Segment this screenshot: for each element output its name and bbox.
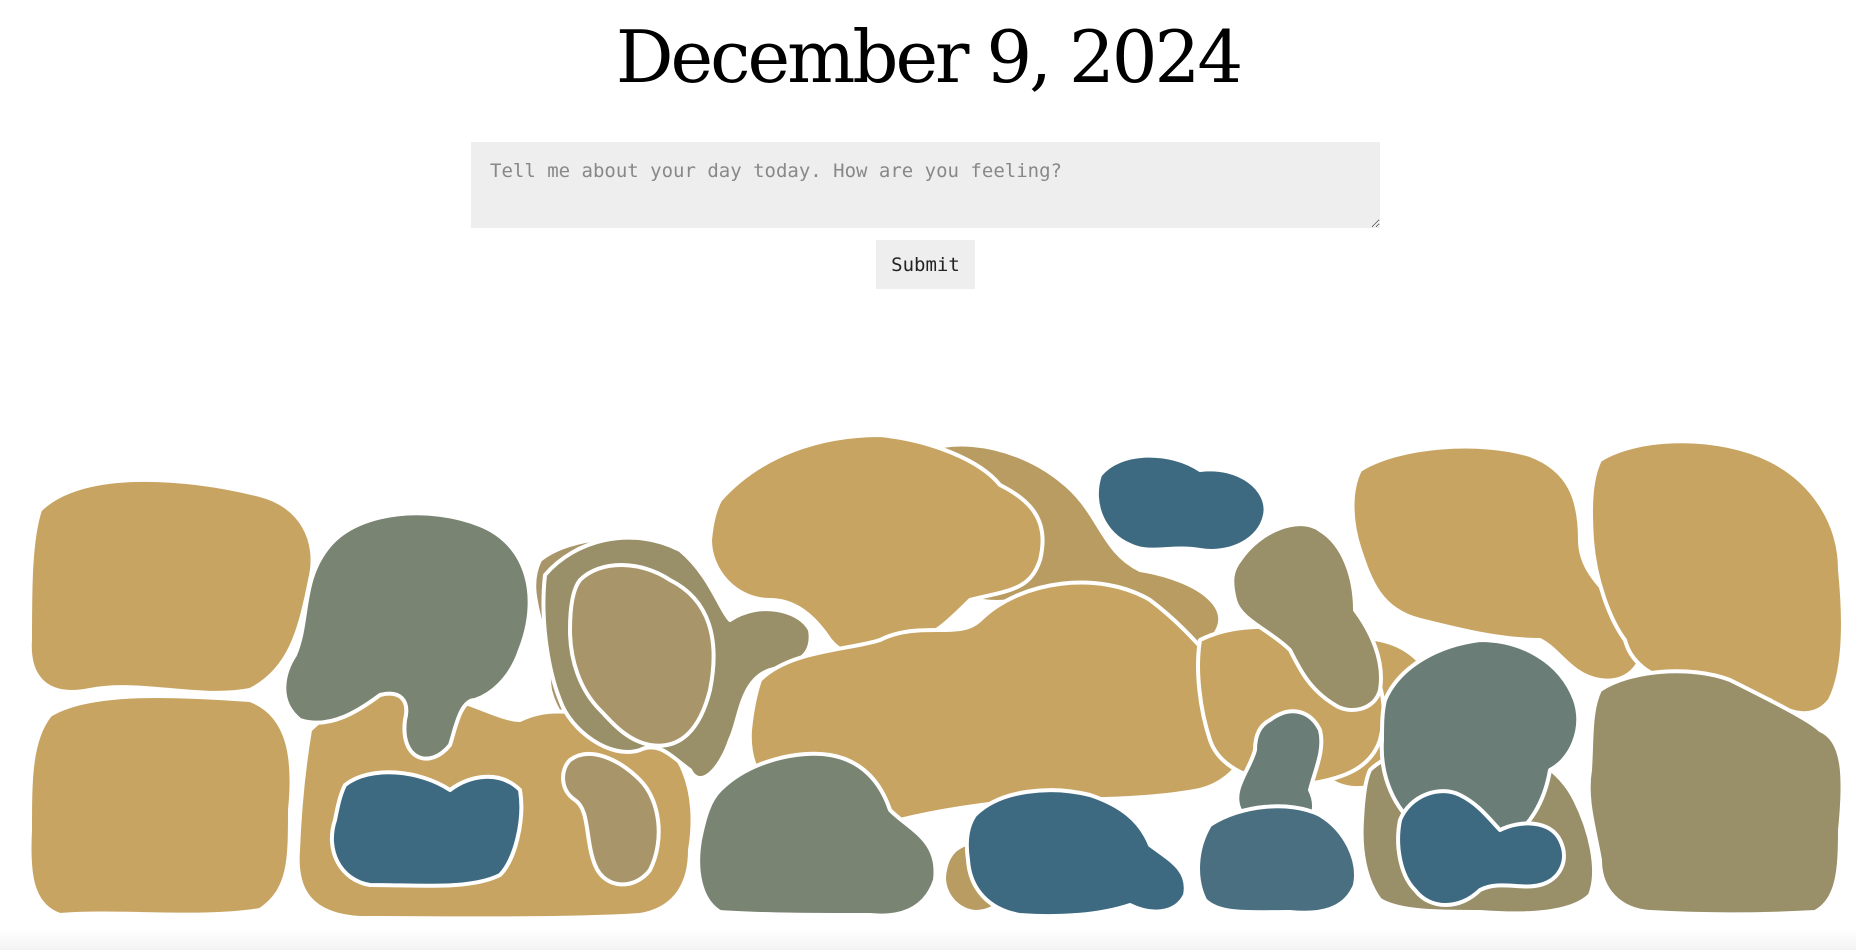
journal-entry-input[interactable] <box>471 142 1380 228</box>
submit-button[interactable]: Submit <box>876 240 975 289</box>
mood-blob <box>27 477 315 695</box>
mood-blob <box>329 770 524 888</box>
journal-form: Submit <box>0 0 1856 300</box>
mood-blob <box>1094 453 1268 553</box>
mood-blob-field <box>27 433 1845 921</box>
mood-blob <box>1196 804 1358 915</box>
page-footer-shade <box>0 930 1856 950</box>
mood-blob <box>964 788 1188 919</box>
mood-blob <box>27 693 294 917</box>
